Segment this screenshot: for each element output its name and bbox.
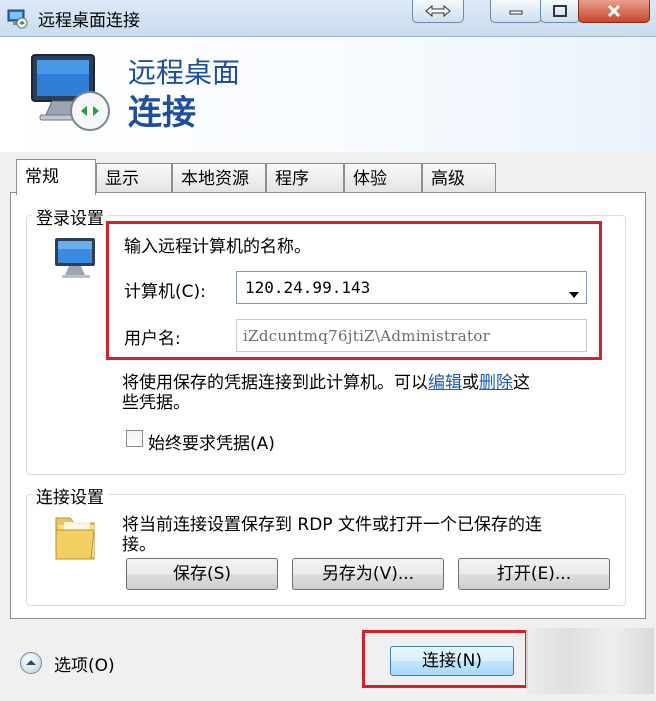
close-icon[interactable]: [578, 0, 650, 23]
saved-credentials-or: 或: [462, 373, 479, 393]
connection-description-line2: 接。: [122, 535, 156, 555]
banner-title-line2: 连接: [128, 93, 196, 133]
highlight-box-connect: [362, 630, 528, 688]
remote-monitor-icon: [26, 49, 116, 144]
login-settings-title: 登录设置: [32, 204, 108, 229]
save-button[interactable]: 保存(S): [126, 558, 278, 590]
options-expand-icon[interactable]: [20, 652, 42, 674]
tab-programs[interactable]: 程序: [266, 163, 344, 193]
folder-icon: [52, 508, 98, 569]
window-title: 远程桌面连接: [38, 11, 140, 31]
saved-credentials-text-line2: 些凭据。: [122, 393, 190, 413]
tab-advanced[interactable]: 高级: [422, 163, 496, 193]
restore-icon[interactable]: [412, 0, 464, 23]
computer-icon: [52, 236, 102, 285]
connection-settings-title: 连接设置: [32, 483, 108, 508]
title-bar: 远程桌面连接: [0, 0, 656, 37]
always-ask-label[interactable]: 始终要求凭据(A): [148, 429, 275, 454]
blurred-area: [526, 628, 654, 694]
open-button[interactable]: 打开(E)...: [458, 558, 610, 590]
connection-description-line1: 将当前连接设置保存到 RDP 文件或打开一个已保存的连: [122, 515, 542, 535]
tab-display[interactable]: 显示: [96, 163, 172, 193]
tab-local-resources[interactable]: 本地资源: [172, 163, 266, 193]
save-as-button[interactable]: 另存为(V)...: [292, 558, 444, 590]
rdp-app-icon: [6, 7, 28, 34]
saved-credentials-text-part2: 这: [513, 373, 530, 393]
minimize-icon[interactable]: [490, 0, 542, 23]
edit-credentials-link[interactable]: 编辑: [428, 373, 462, 393]
options-label[interactable]: 选项(O): [54, 651, 115, 676]
delete-credentials-link[interactable]: 删除: [479, 373, 513, 393]
maximize-icon[interactable]: [540, 0, 580, 23]
highlight-box-credentials: [106, 221, 602, 360]
header-banner: 远程桌面 连接: [0, 37, 656, 152]
always-ask-checkbox[interactable]: [126, 430, 143, 447]
tab-experience[interactable]: 体验: [344, 163, 422, 193]
tab-general[interactable]: 常规: [16, 159, 96, 195]
